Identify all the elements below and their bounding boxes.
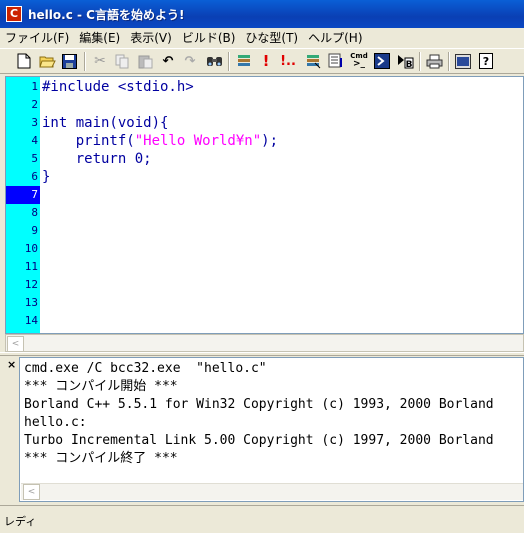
line-number-gutter: 1 2 3 4 5 6 7 8 9 10 11 12 13 14	[6, 77, 40, 333]
options-icon[interactable]	[304, 52, 322, 70]
redo-icon[interactable]: ↷	[181, 52, 199, 70]
output-line: hello.c:	[24, 415, 87, 430]
code-line: int main(void){	[42, 115, 169, 131]
line-number: 13	[24, 296, 38, 309]
line-number: 1	[31, 80, 38, 93]
output-horizontal-scrollbar[interactable]: <	[21, 483, 523, 500]
code-line: }	[42, 169, 51, 185]
line-number: 12	[24, 278, 38, 291]
output-line: *** コンパイル終了 ***	[24, 451, 178, 466]
build-icon[interactable]: !	[257, 52, 275, 70]
menu-bar: ファイル(F) 編集(E) 表示(V) ビルド(B) ひな型(T) ヘルプ(H)	[0, 28, 524, 47]
menu-build[interactable]: ビルド(B)	[177, 29, 241, 46]
string-literal: "Hello World¥n"	[134, 133, 262, 149]
help-icon[interactable]: ?	[477, 52, 495, 70]
line-number: 2	[31, 98, 38, 111]
copy-icon[interactable]	[113, 52, 131, 70]
find-icon[interactable]	[205, 52, 223, 70]
code-line: #include <stdio.h>	[42, 79, 194, 95]
open-folder-icon[interactable]	[38, 52, 56, 70]
code-text: printf(	[42, 133, 135, 149]
paste-icon[interactable]	[136, 52, 154, 70]
print-icon[interactable]	[425, 52, 443, 70]
pane-splitter[interactable]	[0, 352, 524, 356]
status-bar: レディ	[0, 505, 524, 533]
line-number: 5	[31, 152, 38, 165]
app-icon: C	[6, 6, 22, 22]
cmd-icon[interactable]: Cmd >_	[350, 52, 368, 70]
line-number: 3	[31, 116, 38, 129]
window-title: hello.c - C言語を始めよう!	[28, 7, 185, 22]
code-text: );	[261, 133, 279, 149]
build-b-icon[interactable]: B	[396, 52, 414, 70]
menu-template[interactable]: ひな型(T)	[240, 29, 303, 46]
close-icon[interactable]: ×	[7, 358, 16, 371]
output-line: Turbo Incremental Link 5.00 Copyright (c…	[24, 433, 494, 448]
run-icon[interactable]: !..	[279, 52, 297, 70]
output-line: *** コンパイル開始 ***	[24, 379, 178, 394]
output-line: cmd.exe /C bcc32.exe "hello.c"	[24, 361, 267, 376]
scroll-left-icon[interactable]: <	[23, 484, 40, 500]
cut-icon[interactable]: ✂	[91, 52, 109, 70]
new-file-icon[interactable]	[15, 52, 33, 70]
run-prompt-icon[interactable]	[373, 52, 391, 70]
menu-edit[interactable]: 編集(E)	[74, 29, 125, 46]
line-number: 8	[31, 206, 38, 219]
status-text: レディ	[4, 515, 37, 528]
list-icon[interactable]	[327, 52, 345, 70]
save-icon[interactable]	[60, 52, 78, 70]
output-line: Borland C++ 5.5.1 for Win32 Copyright (c…	[24, 397, 494, 412]
code-editor[interactable]: 1 2 3 4 5 6 7 8 9 10 11 12 13 14 #includ…	[5, 76, 524, 334]
svg-text:?: ?	[483, 55, 489, 68]
code-line: printf("Hello World¥n");	[42, 132, 278, 150]
menu-view[interactable]: 表示(V)	[125, 29, 177, 46]
line-number: 10	[24, 242, 38, 255]
editor-horizontal-scrollbar[interactable]: <	[5, 334, 524, 352]
scroll-left-icon[interactable]: <	[7, 336, 24, 352]
toolbar: ✂ ↶ ↷ ! !.. Cmd >_ B ?	[0, 48, 524, 74]
current-line-number: 7	[6, 186, 40, 204]
line-number: 11	[24, 260, 38, 273]
line-number: 9	[31, 224, 38, 237]
output-pane[interactable]: cmd.exe /C bcc32.exe "hello.c" *** コンパイル…	[19, 357, 524, 502]
line-number: 4	[31, 134, 38, 147]
svg-text:B: B	[405, 60, 412, 69]
menu-help[interactable]: ヘルプ(H)	[303, 29, 367, 46]
undo-icon[interactable]: ↶	[159, 52, 177, 70]
line-number: 6	[31, 170, 38, 183]
compile-icon[interactable]	[235, 52, 253, 70]
code-line: return 0;	[42, 151, 152, 167]
menu-file[interactable]: ファイル(F)	[0, 29, 74, 46]
title-bar: C hello.c - C言語を始めよう!	[0, 0, 524, 28]
console-icon[interactable]	[454, 52, 472, 70]
line-number: 14	[24, 314, 38, 327]
